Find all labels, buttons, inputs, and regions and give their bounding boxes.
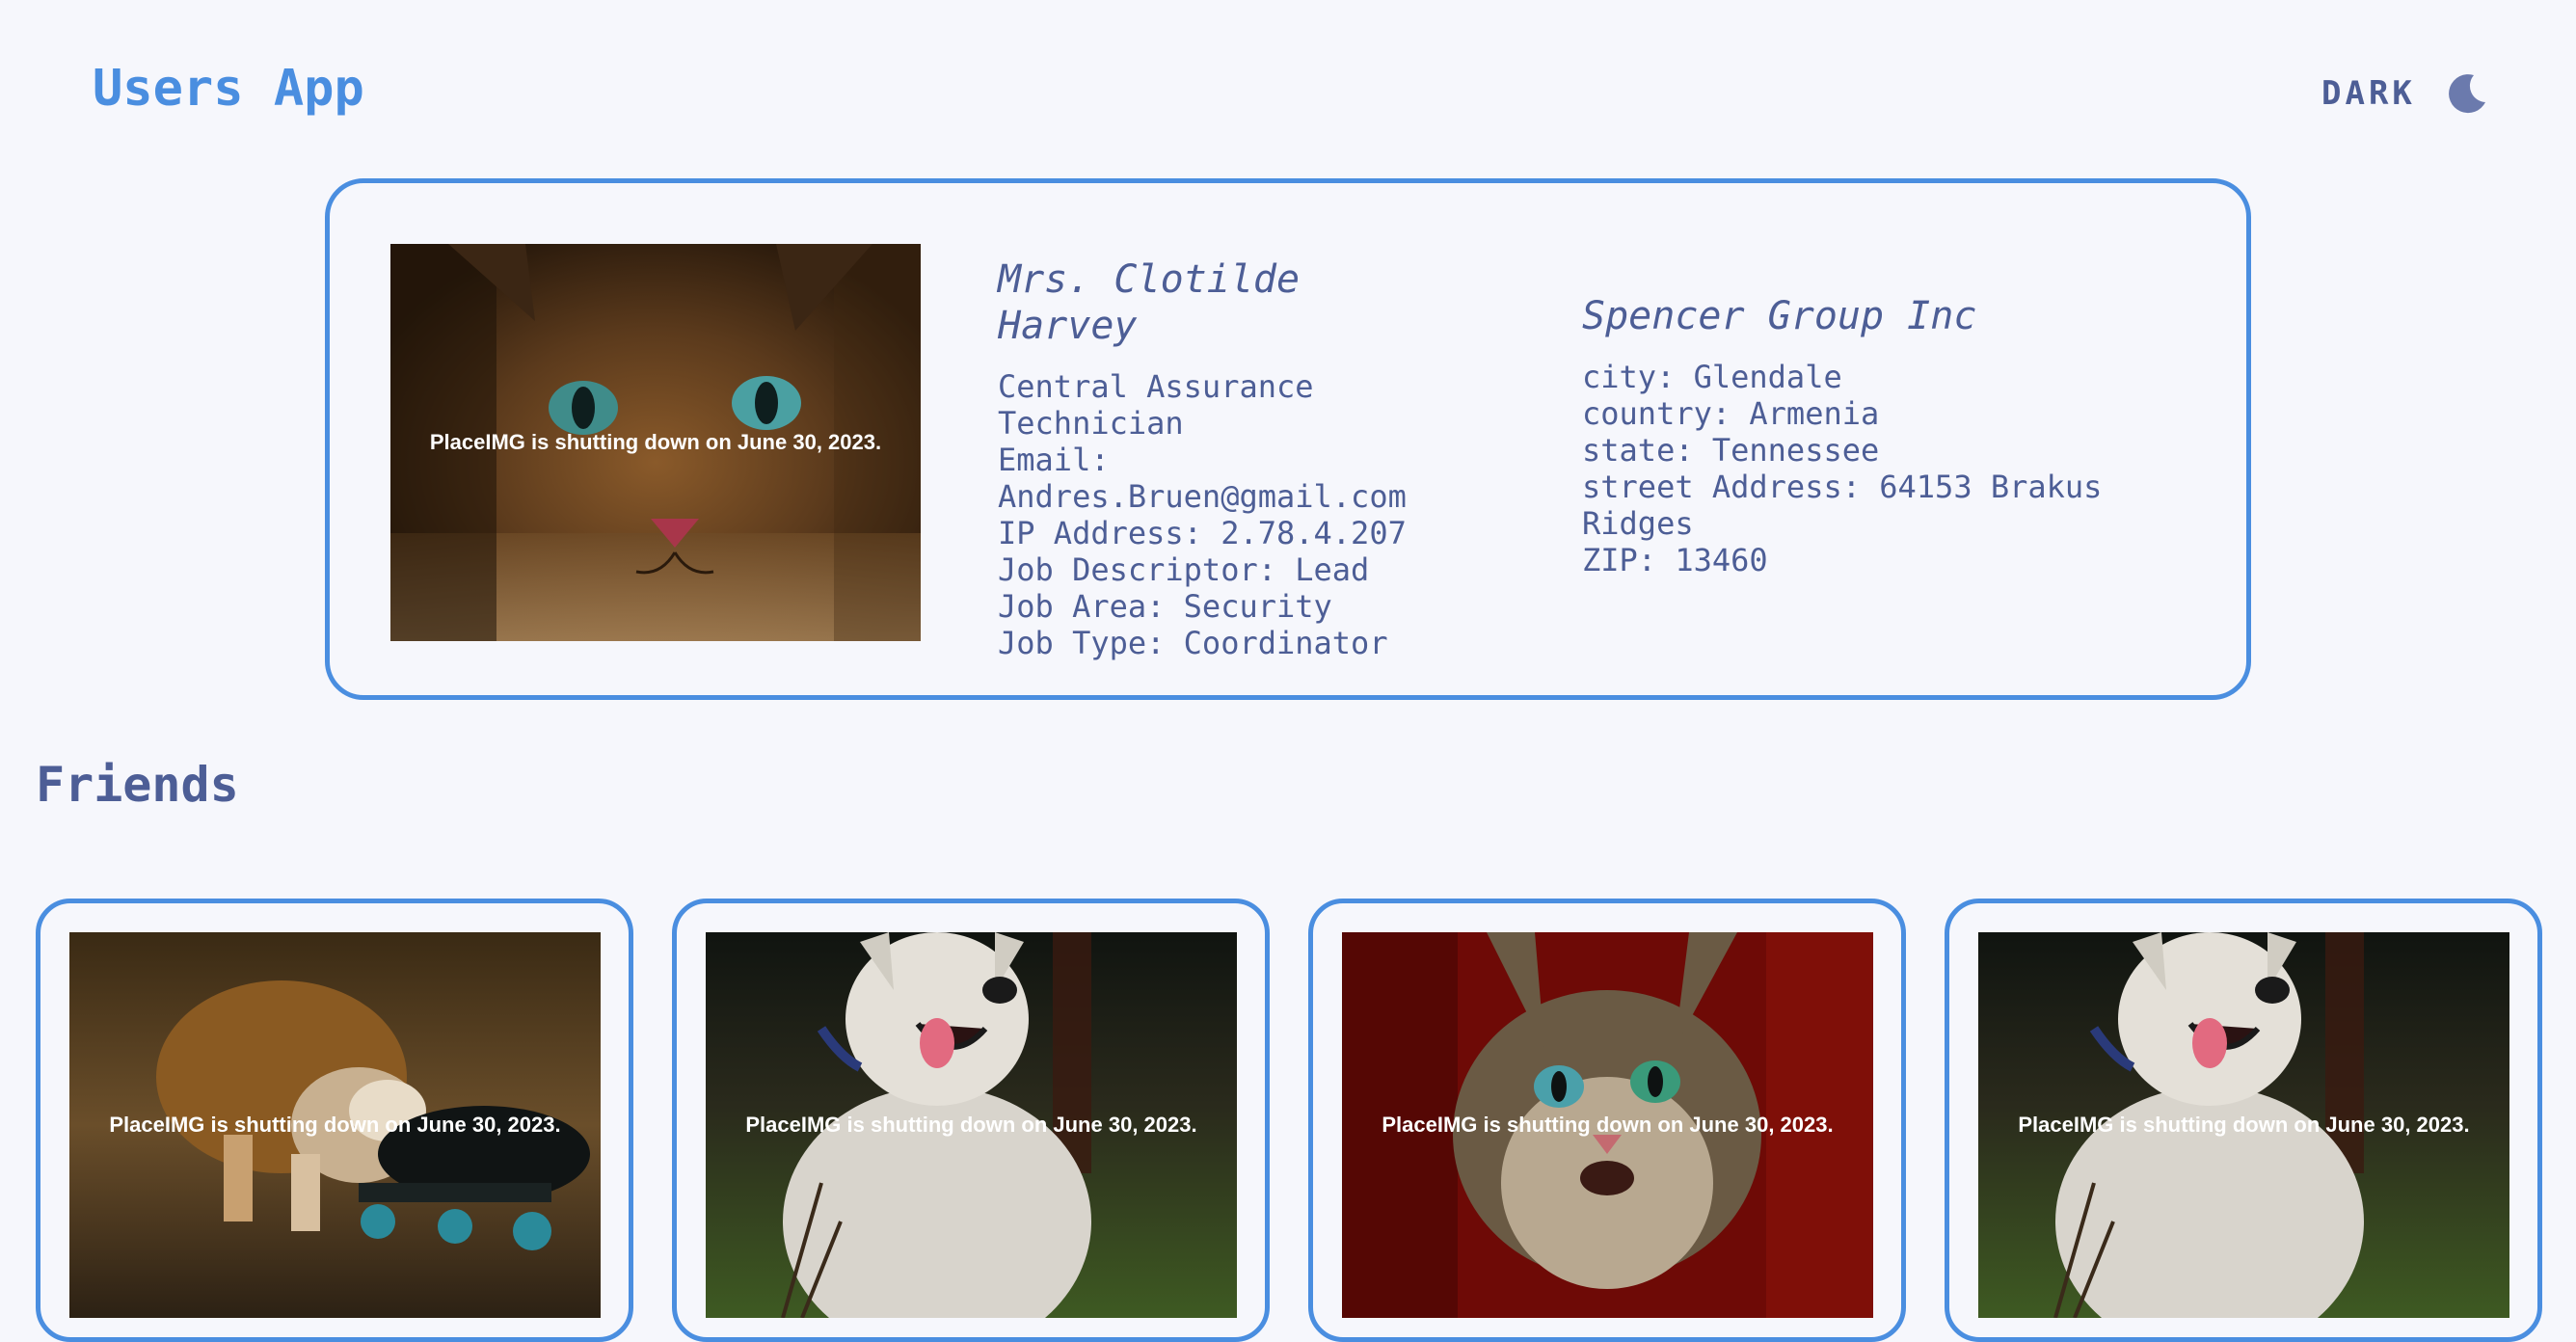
ip-address: IP Address: 2.78.4.207 (998, 515, 1407, 551)
email-label: Email: (998, 442, 1110, 478)
user-name: Mrs. Clotilde Harvey (998, 257, 1301, 348)
photo-caption: PlaceIMG is shutting down on June 30, 20… (109, 1113, 561, 1137)
company-details: Spencer Group Inc city: Glendale country… (1582, 293, 2160, 578)
job-title-line-2: Technician (998, 405, 1184, 442)
theme-toggle-button[interactable]: DARK (2321, 67, 2489, 120)
friends-section-title: Friends (36, 757, 239, 813)
address-country: country: Armenia (1582, 395, 1880, 432)
app-title: Users App (93, 60, 364, 118)
profile-photo: PlaceIMG is shutting down on June 30, 20… (390, 244, 921, 641)
friend-card[interactable]: PlaceIMG is shutting down on June 30, 20… (1308, 899, 1906, 1342)
user-profile-card: PlaceIMG is shutting down on June 30, 20… (325, 178, 2251, 700)
friend-card[interactable]: PlaceIMG is shutting down on June 30, 20… (672, 899, 1270, 1342)
job-area: Job Area: Security (998, 588, 1332, 625)
friend-photo: PlaceIMG is shutting down on June 30, 20… (1342, 932, 1873, 1318)
address-zip: ZIP: 13460 (1582, 542, 1768, 578)
app-header: Users App DARK (0, 0, 2576, 183)
photo-caption: PlaceIMG is shutting down on June 30, 20… (429, 430, 882, 454)
address-city: city: Glendale (1582, 359, 1842, 395)
address-street-line-2: Ridges (1582, 505, 1694, 542)
address-street-line-1: street Address: 64153 Brakus (1582, 469, 2103, 505)
friend-card[interactable]: PlaceIMG is shutting down on June 30, 20… (36, 899, 633, 1342)
moon-icon (2448, 74, 2485, 114)
friend-photo: PlaceIMG is shutting down on June 30, 20… (1978, 932, 2509, 1318)
photo-caption: PlaceIMG is shutting down on June 30, 20… (2018, 1113, 2470, 1137)
job-descriptor: Job Descriptor: Lead (998, 551, 1370, 588)
address-state: state: Tennessee (1582, 432, 1880, 469)
job-type: Job Type: Coordinator (998, 625, 1388, 661)
photo-caption: PlaceIMG is shutting down on June 30, 20… (745, 1113, 1197, 1137)
company-name: Spencer Group Inc (1582, 294, 1977, 338)
photo-caption: PlaceIMG is shutting down on June 30, 20… (1382, 1113, 1834, 1137)
theme-toggle-label: DARK (2321, 74, 2416, 113)
friend-photo: PlaceIMG is shutting down on June 30, 20… (69, 932, 601, 1318)
user-details: Mrs. Clotilde Harvey Central Assurance T… (998, 256, 1451, 661)
job-title-line-1: Central Assurance (998, 368, 1314, 405)
email-value: Andres.Bruen@gmail.com (998, 478, 1407, 515)
friend-card[interactable]: PlaceIMG is shutting down on June 30, 20… (1945, 899, 2542, 1342)
friend-photo: PlaceIMG is shutting down on June 30, 20… (706, 932, 1237, 1318)
